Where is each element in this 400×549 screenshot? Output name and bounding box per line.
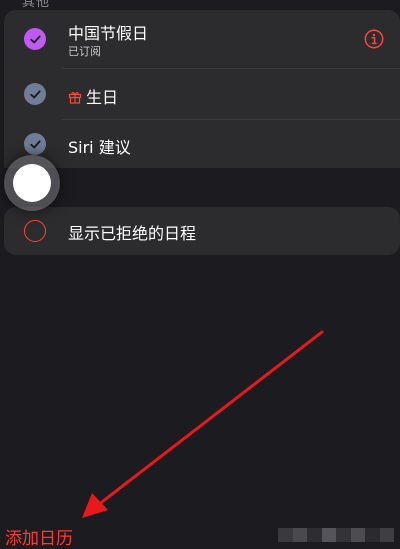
calendar-sublabel: 已订阅 [68, 45, 101, 58]
calendar-list-group: 中国节假日 已订阅 生日 Siri 建议 [4, 10, 400, 168]
gift-icon [68, 92, 82, 104]
checkmark-icon[interactable] [24, 83, 46, 105]
checkmark-icon[interactable] [24, 28, 46, 50]
calendar-label: Siri 建议 [68, 138, 131, 157]
calendar-row-siri[interactable]: Siri 建议 [4, 120, 400, 168]
declined-events-group: 显示已拒绝的日程 [4, 207, 400, 255]
calendar-label: 生日 [86, 88, 119, 107]
pixelated-mosaic [278, 528, 394, 542]
calendar-row-holidays[interactable]: 中国节假日 已订阅 [4, 10, 400, 68]
calendar-label: 中国节假日 [68, 24, 149, 43]
calendar-row-birthdays[interactable]: 生日 [4, 69, 400, 119]
declined-events-label: 显示已拒绝的日程 [68, 224, 197, 243]
add-calendar-button[interactable]: 添加日历 [5, 524, 73, 549]
info-icon[interactable] [364, 29, 384, 49]
unchecked-circle-icon[interactable] [24, 220, 46, 242]
touch-indicator-dot [13, 164, 51, 202]
checkmark-icon[interactable] [24, 133, 46, 155]
calendar-label-wrapper: 生日 [68, 84, 118, 108]
declined-events-row[interactable]: 显示已拒绝的日程 [4, 207, 400, 255]
section-header: 其他 [22, 0, 51, 10]
